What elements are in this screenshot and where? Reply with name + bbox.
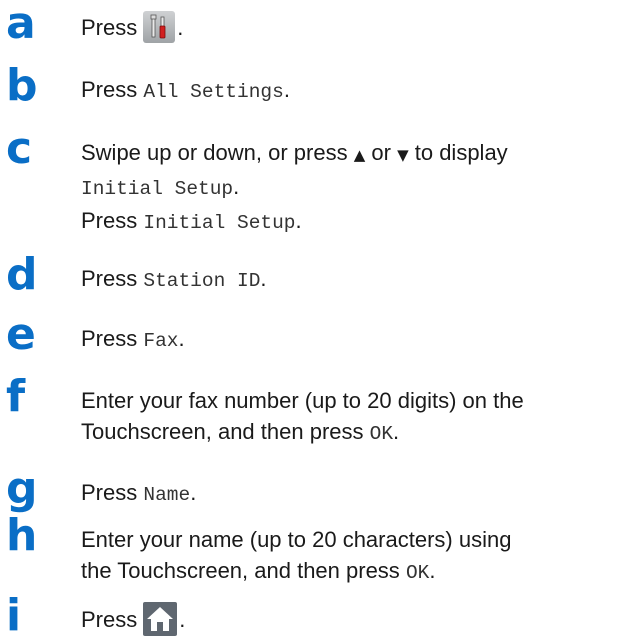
- step-text: Press All Settings.: [81, 74, 613, 108]
- button-name-initial-setup: Initial Setup: [81, 178, 234, 200]
- step-line: Initial Setup.: [81, 171, 613, 205]
- step-letter: a: [6, 0, 36, 49]
- step-text-segment: Swipe up or down, or press: [81, 140, 348, 165]
- step-line: Touchscreen, and then press OK.: [81, 416, 613, 450]
- step-text-press: Press: [81, 15, 138, 40]
- step-letter: e: [6, 309, 36, 360]
- button-name-initial-setup: Initial Setup: [143, 212, 296, 234]
- step-text: Enter your fax number (up to 20 digits) …: [81, 385, 613, 450]
- step-text: Enter your name (up to 20 characters) us…: [81, 524, 613, 589]
- step-text: Press .: [81, 601, 613, 636]
- step-text: Press .: [81, 11, 613, 44]
- step-line: the Touchscreen, and then press OK.: [81, 555, 613, 589]
- step-text-press: Press: [81, 208, 138, 233]
- step-line: Enter your fax number (up to 20 digits) …: [81, 388, 524, 413]
- step-text-press: Press: [81, 480, 138, 505]
- step-text: Press Fax.: [81, 323, 613, 357]
- step-text-end: .: [179, 607, 186, 632]
- step-text-press: Press: [81, 266, 138, 291]
- step-line: Swipe up or down, or press ▲ or ▼ to dis…: [81, 137, 613, 171]
- step-text: Press Station ID.: [81, 263, 613, 297]
- step-text-end: .: [429, 558, 436, 583]
- step-text-end: .: [260, 266, 267, 291]
- step-letter: h: [6, 510, 38, 561]
- step-letter: d: [6, 249, 38, 300]
- button-name-station-id: Station ID: [143, 270, 261, 292]
- step-line: Press Initial Setup.: [81, 205, 613, 239]
- step-letter: c: [6, 123, 33, 174]
- button-name-name: Name: [143, 484, 191, 506]
- step-text-end: .: [190, 480, 197, 505]
- step-text-segment: Touchscreen, and then press: [81, 419, 364, 444]
- step-letter: i: [6, 590, 22, 641]
- step-letter: g: [6, 463, 38, 514]
- step-text-end: .: [177, 15, 184, 40]
- settings-tools-icon[interactable]: [143, 11, 176, 44]
- step-text-end: .: [283, 77, 290, 102]
- step-text-segment: to display: [414, 140, 508, 165]
- button-name-fax: Fax: [143, 330, 179, 352]
- step-text-segment: or: [371, 140, 391, 165]
- step-letter: f: [6, 371, 26, 422]
- step-letter: b: [6, 60, 38, 111]
- step-text: Press Name.: [81, 477, 613, 511]
- button-name-all-settings: All Settings: [143, 81, 284, 103]
- step-text-end: .: [233, 174, 240, 199]
- button-name-ok: OK: [369, 423, 394, 445]
- step-text-end: .: [295, 208, 302, 233]
- step-text-press: Press: [81, 326, 138, 351]
- step-text-end: .: [393, 419, 400, 444]
- button-name-ok: OK: [405, 562, 430, 584]
- step-text-end: .: [178, 326, 185, 351]
- up-arrow-icon: ▲: [353, 146, 366, 164]
- step-line: Enter your name (up to 20 characters) us…: [81, 527, 512, 552]
- home-icon[interactable]: [143, 601, 178, 636]
- step-text-press: Press: [81, 607, 138, 632]
- step-text-press: Press: [81, 77, 138, 102]
- down-arrow-icon: ▼: [397, 146, 409, 164]
- step-text: Swipe up or down, or press ▲ or ▼ to dis…: [81, 137, 613, 239]
- step-text-segment: the Touchscreen, and then press: [81, 558, 400, 583]
